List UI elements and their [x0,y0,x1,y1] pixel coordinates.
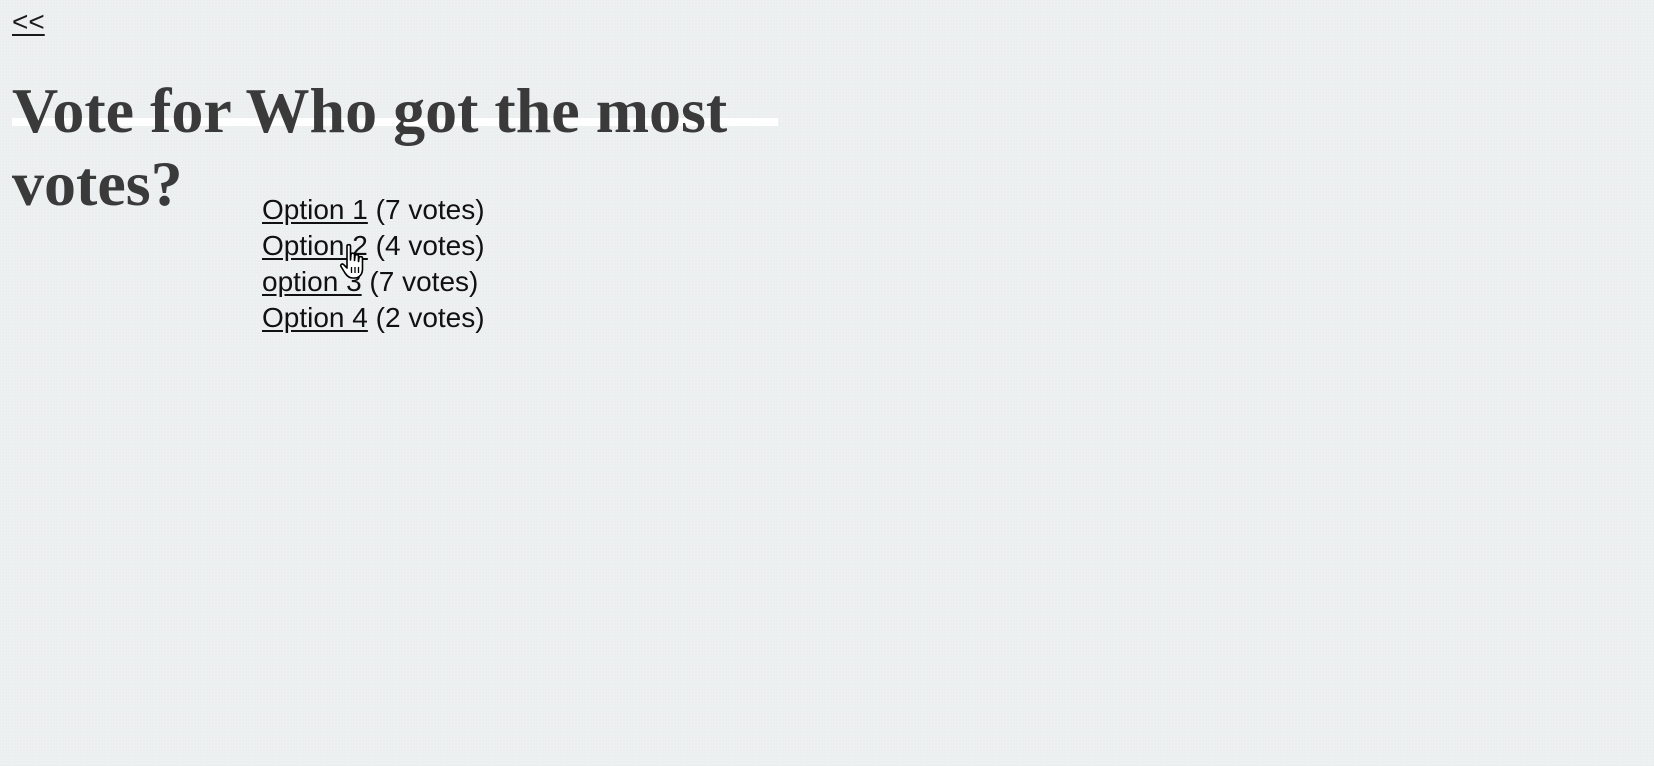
option-link-2[interactable]: Option 2 [262,230,368,261]
option-link-1[interactable]: Option 1 [262,194,368,225]
option-link-4[interactable]: Option 4 [262,302,368,333]
option-votes-1: (7 votes) [375,194,485,225]
option-votes-3: (7 votes) [369,266,479,297]
option-item-4: Option 4 (2 votes) [262,300,485,336]
option-votes-4: (2 votes) [375,302,485,333]
option-item-3: option 3 (7 votes) [262,264,485,300]
back-link[interactable]: << [12,6,45,38]
option-item-1: Option 1 (7 votes) [262,192,485,228]
options-list: Option 1 (7 votes) Option 2 (4 votes) op… [262,192,485,336]
option-item-2: Option 2 (4 votes) [262,228,485,264]
option-votes-2: (4 votes) [375,230,485,261]
option-link-3[interactable]: option 3 [262,266,362,297]
